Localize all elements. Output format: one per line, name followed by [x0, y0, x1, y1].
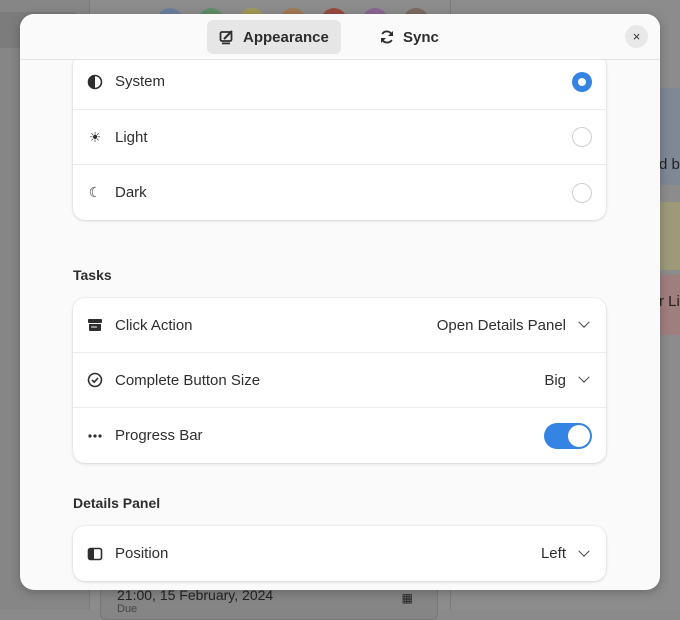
progress-bar-label: Progress Bar — [115, 427, 203, 444]
tab-label: Sync — [403, 28, 439, 46]
position-dropdown[interactable]: Left — [541, 545, 592, 562]
tab-appearance[interactable]: Appearance — [207, 20, 341, 54]
due-label: Due — [117, 603, 138, 615]
click-action-label: Click Action — [115, 316, 193, 334]
theme-card: System ☀ Light ☾ Dark — [73, 54, 606, 220]
theme-option-label: System — [115, 73, 166, 90]
calendar-icon: ▦ — [401, 591, 413, 605]
position-value: Left — [540, 545, 566, 562]
radio-dark[interactable] — [572, 182, 592, 203]
complete-button-size-dropdown[interactable]: Big — [544, 372, 592, 389]
sidebar-left-icon — [87, 546, 103, 562]
radio-light[interactable] — [572, 127, 592, 147]
appearance-icon — [219, 30, 233, 45]
theme-option-dark[interactable]: ☾ Dark — [73, 165, 606, 220]
close-button[interactable]: × — [625, 25, 648, 48]
tasks-card: Click Action Open Details Panel Complete… — [73, 298, 606, 463]
background-card-text: r Li — [659, 293, 680, 310]
tab-label: Appearance — [243, 28, 329, 46]
progress-bar-toggle[interactable] — [544, 422, 592, 449]
radio-system[interactable] — [572, 71, 592, 92]
preferences-dialog: Appearance Sync × System ☀ Light ☾ Dark — [20, 14, 660, 590]
dialog-header: Appearance Sync × — [20, 14, 660, 60]
sync-icon — [381, 30, 393, 44]
theme-option-label: Dark — [115, 184, 147, 201]
complete-button-size-value: Big — [544, 371, 566, 389]
background-card-text: d by — [659, 156, 680, 173]
close-icon: × — [632, 29, 641, 44]
section-title-tasks: Tasks — [73, 267, 112, 283]
click-action-icon — [87, 317, 103, 333]
theme-option-label: Light — [115, 128, 148, 146]
position-label: Position — [115, 545, 169, 562]
section-title-details-panel: Details Panel — [73, 495, 161, 511]
position-row[interactable]: Position Left — [73, 526, 606, 581]
preferences-content[interactable]: System ☀ Light ☾ Dark Tasks Click Action… — [20, 54, 660, 590]
theme-option-light[interactable]: ☀ Light — [73, 110, 606, 165]
tab-sync[interactable]: Sync — [367, 20, 451, 54]
dots-icon — [87, 428, 103, 444]
click-action-value: Open Details Panel — [436, 316, 566, 334]
details-panel-card: Position Left — [73, 526, 606, 581]
complete-button-size-row[interactable]: Complete Button Size Big — [73, 353, 606, 408]
half-circle-icon — [87, 74, 103, 90]
moon-icon: ☾ — [88, 184, 102, 200]
chevron-down-icon — [578, 316, 590, 328]
chevron-down-icon — [578, 545, 590, 557]
check-circle-icon — [87, 372, 103, 388]
chevron-down-icon — [578, 371, 590, 383]
complete-button-size-label: Complete Button Size — [115, 371, 261, 389]
progress-bar-row[interactable]: Progress Bar — [73, 408, 606, 463]
click-action-row[interactable]: Click Action Open Details Panel — [73, 298, 606, 353]
theme-option-system[interactable]: System — [73, 54, 606, 110]
click-action-dropdown[interactable]: Open Details Panel — [437, 317, 592, 334]
sun-icon: ☀ — [88, 128, 102, 145]
